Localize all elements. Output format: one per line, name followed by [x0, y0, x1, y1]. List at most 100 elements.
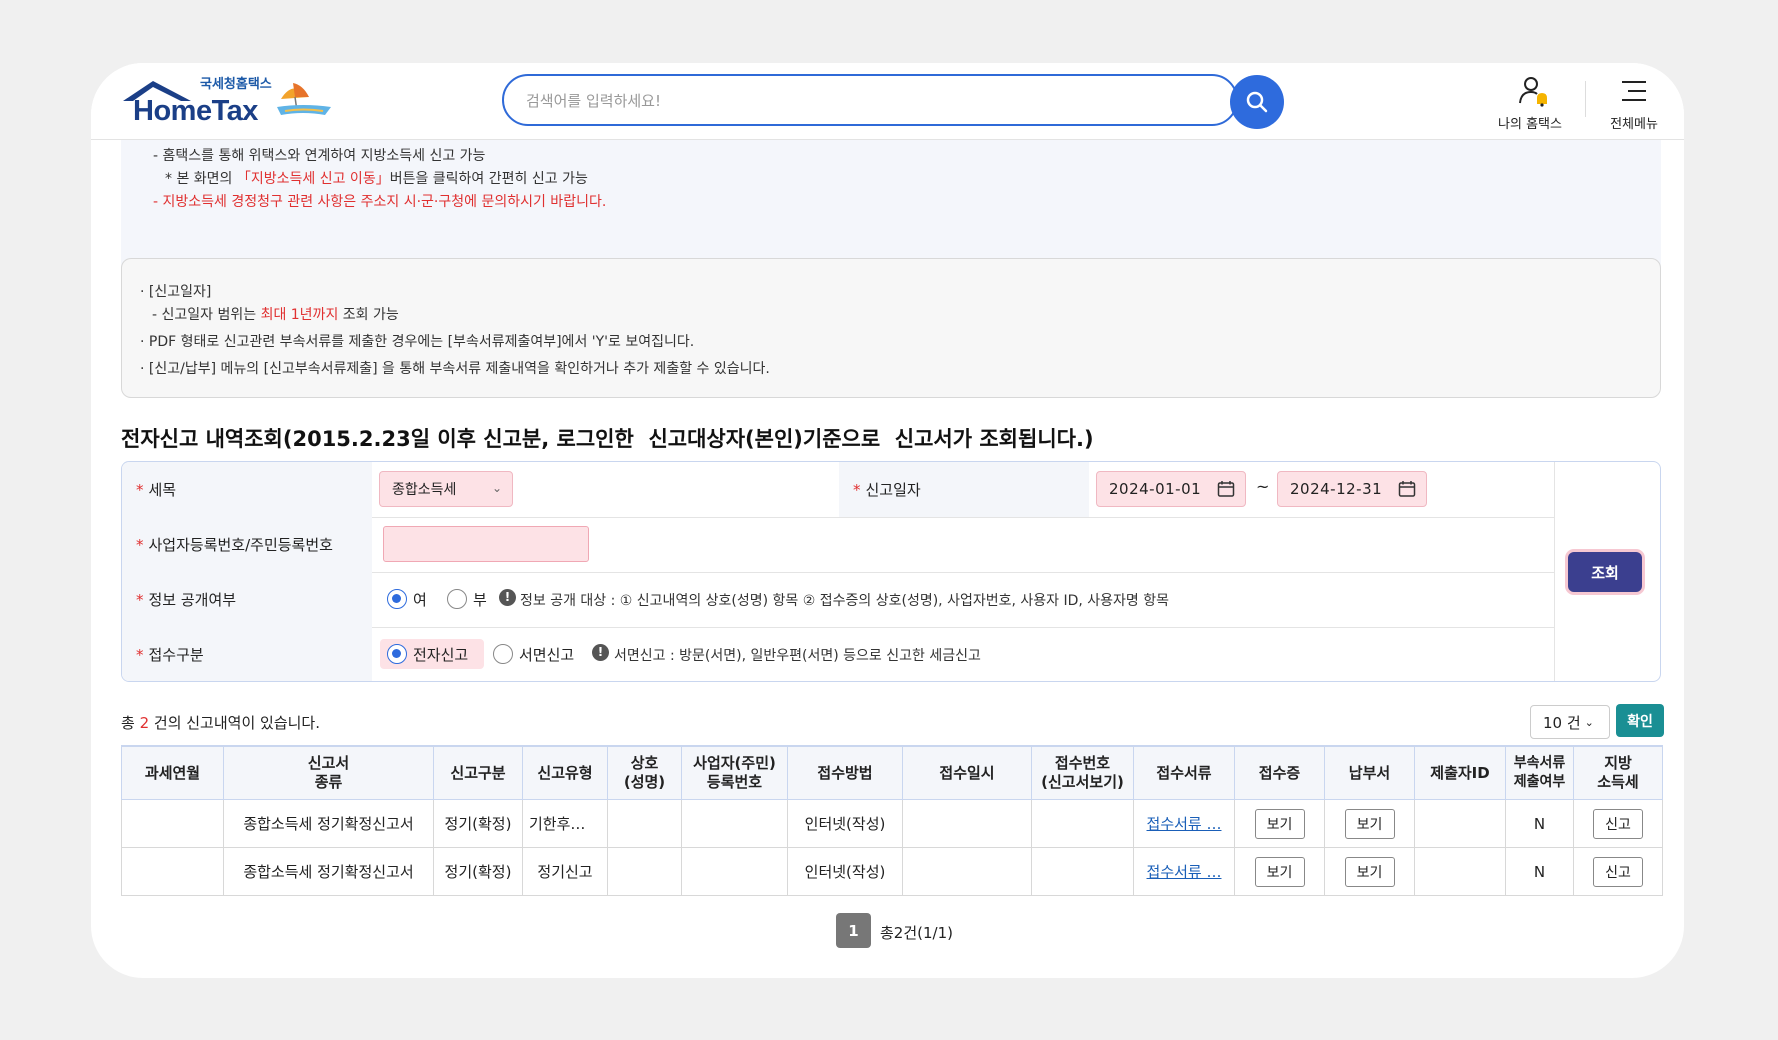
- header: 국세청홈택스 HomeTax 검색어를 입력하세요! 나의 홈택스 전체메뉴: [91, 63, 1684, 140]
- notice2-line-2-post: 조회 가능: [338, 307, 399, 323]
- cell-local: 신고: [1573, 847, 1663, 896]
- all-menu-button[interactable]: 전체메뉴: [1589, 73, 1679, 133]
- view-payment-button[interactable]: 보기: [1344, 808, 1395, 839]
- receipt-label-text: 접수구분: [148, 646, 204, 664]
- receipt-label: * 접수구분: [122, 627, 372, 681]
- logo-subtitle: 국세청홈택스: [200, 77, 272, 92]
- bizno-label: * 사업자등록번호/주민등록번호: [122, 517, 372, 572]
- info-icon: !: [592, 644, 609, 661]
- result-count-number: 2: [139, 714, 150, 732]
- cell-regno: [681, 799, 788, 848]
- cell-name: [607, 847, 682, 896]
- cell-payment: 보기: [1324, 799, 1415, 848]
- cell-docs: 접수서류 …: [1133, 799, 1235, 848]
- form-row-receipt: * 접수구분 전자신고 서면신고 ! 서면신고 : 방문(서면), 일반우편(서면…: [122, 627, 1554, 681]
- col-header: 납부서: [1324, 745, 1415, 800]
- notice-line-2-highlight: 「지방소득세 신고 이동」: [236, 171, 390, 187]
- page-1-button[interactable]: 1: [836, 913, 871, 948]
- col-header: 접수증: [1234, 745, 1325, 800]
- receipt-e-radio[interactable]: [387, 644, 407, 664]
- disclose-no-radio[interactable]: [447, 589, 467, 609]
- receipt-info-text: 서면신고 : 방문(서면), 일반우편(서면) 등으로 신고한 세금신고: [614, 648, 981, 664]
- page-info: 총2건(1/1): [880, 924, 953, 942]
- view-receipt-button[interactable]: 보기: [1254, 856, 1305, 887]
- search-button[interactable]: [1230, 75, 1284, 129]
- cell-form: 종합소득세 정기확정신고서: [223, 847, 434, 896]
- col-header: 접수일시: [902, 745, 1032, 800]
- receipt-docs-link[interactable]: 접수서류 …: [1147, 815, 1222, 833]
- form-row-bizno: * 사업자등록번호/주민등록번호: [122, 517, 1554, 573]
- disclose-yes-label: 여: [413, 591, 427, 609]
- notice-line-2-post: 버튼을 클릭하여 간편히 신고 가능: [389, 171, 588, 187]
- cell-kind: 정기신고: [522, 847, 608, 896]
- cell-datetime: [902, 799, 1032, 848]
- col-header: 신고유형: [522, 745, 608, 800]
- my-hometax-label: 나의 홈택스: [1498, 117, 1562, 132]
- required-mark: *: [136, 480, 144, 499]
- calendar-icon[interactable]: [1217, 480, 1235, 498]
- disclose-no-label: 부: [473, 591, 487, 609]
- notice-line-2-pre: * 본 화면의: [165, 171, 237, 187]
- col-header: 사업자(주민) 등록번호: [681, 745, 788, 800]
- tax-select-value: 종합소득세: [392, 482, 457, 498]
- receipt-docs-link[interactable]: 접수서류 …: [1147, 863, 1222, 881]
- disclose-yes-radio[interactable]: [387, 589, 407, 609]
- result-count-pre: 총: [121, 714, 140, 732]
- notice2-line-4: · [신고/납부] 메뉴의 [신고부속서류제출] 을 통해 부속서류 제출내역을…: [140, 361, 770, 377]
- required-mark: *: [136, 535, 144, 554]
- search-input[interactable]: [524, 88, 1168, 114]
- cell-method: 인터넷(작성): [787, 847, 903, 896]
- form-row-tax: * 세목 종합소득세 ⌄ * 신고일자 2024-01-01 ~ 2024-12-31: [122, 462, 1554, 518]
- table-row: 종합소득세 정기확정신고서 정기(확정) 정기신고 인터넷(작성) 접수서류 ……: [121, 847, 1663, 896]
- col-header: 부속서류 제출여부: [1505, 745, 1574, 800]
- my-hometax-button[interactable]: 나의 홈택스: [1485, 73, 1575, 133]
- user-bell-icon: [1519, 77, 1547, 107]
- search-form: * 세목 종합소득세 ⌄ * 신고일자 2024-01-01 ~ 2024-12-31…: [121, 461, 1661, 682]
- page-size-select[interactable]: 10 건 ⌄: [1530, 705, 1610, 739]
- chevron-down-icon: ⌄: [491, 481, 502, 495]
- table-row: 종합소득세 정기확정신고서 정기(확정) 기한후… 인터넷(작성) 접수서류 ……: [121, 799, 1663, 848]
- local-tax-file-button[interactable]: 신고: [1593, 808, 1643, 839]
- view-payment-button[interactable]: 보기: [1344, 856, 1395, 887]
- cell-docs: 접수서류 …: [1133, 847, 1235, 896]
- date-to-input[interactable]: 2024-12-31: [1277, 471, 1427, 507]
- date-from-input[interactable]: 2024-01-01: [1096, 471, 1246, 507]
- form-row-disclose: * 정보 공개여부 여 부 ! 정보 공개 대상 : ① 신고내역의 상호(성명)…: [122, 572, 1554, 628]
- cell-receiptno: [1031, 847, 1134, 896]
- notice2-line-2: - 신고일자 범위는 최대 1년까지 조회 가능: [152, 304, 399, 324]
- receipt-paper-label: 서면신고: [519, 646, 575, 664]
- notice2-line-2-pre: - 신고일자 범위는: [152, 307, 261, 323]
- receipt-paper-radio[interactable]: [493, 644, 513, 664]
- tax-label-text: 세목: [148, 481, 177, 499]
- cell-form: 종합소득세 정기확정신고서: [223, 799, 434, 848]
- bizno-input[interactable]: [383, 526, 589, 562]
- col-header: 제출자ID: [1414, 745, 1506, 800]
- date-range-separator: ~: [1256, 477, 1270, 496]
- disclose-info-text: 정보 공개 대상 : ① 신고내역의 상호(성명) 항목 ② 접수증의 상호(성…: [520, 593, 1169, 609]
- notice2-line-3: · PDF 형태로 신고관련 부속서류를 제출한 경우에는 [부속서류제출여부]…: [140, 334, 695, 350]
- filing-date-notice: · [신고일자] - 신고일자 범위는 최대 1년까지 조회 가능 · PDF …: [121, 258, 1661, 398]
- calendar-icon[interactable]: [1398, 480, 1416, 498]
- notice-line-1: - 홈택스를 통해 위택스와 연계하여 지방소득세 신고 가능: [153, 148, 486, 164]
- result-count: 총 2 건의 신고내역이 있습니다.: [121, 712, 320, 733]
- date-label-text: 신고일자: [865, 481, 921, 499]
- col-header: 접수방법: [787, 745, 903, 800]
- notice-line-2: * 본 화면의 「지방소득세 신고 이동」버튼을 클릭하여 간편히 신고 가능: [165, 168, 588, 188]
- col-header: 접수서류: [1133, 745, 1235, 800]
- header-divider: [1585, 81, 1586, 117]
- local-tax-file-button[interactable]: 신고: [1593, 856, 1643, 887]
- confirm-button[interactable]: 확인: [1616, 704, 1664, 737]
- tax-select[interactable]: 종합소득세 ⌄: [379, 471, 513, 507]
- cell-method: 인터넷(작성): [787, 799, 903, 848]
- cell-period: [121, 847, 224, 896]
- result-count-post: 건의 신고내역이 있습니다.: [149, 714, 320, 732]
- query-button[interactable]: 조회: [1568, 552, 1642, 592]
- cell-payment: 보기: [1324, 847, 1415, 896]
- results-table: 과세연월 신고서 종류 신고구분 신고유형 상호 (성명) 사업자(주민) 등록…: [121, 745, 1663, 896]
- disclose-label-text: 정보 공개여부: [148, 591, 237, 609]
- page-size-value: 10 건: [1543, 713, 1581, 732]
- cell-receipt: 보기: [1234, 847, 1325, 896]
- view-receipt-button[interactable]: 보기: [1254, 808, 1305, 839]
- cell-receipt: 보기: [1234, 799, 1325, 848]
- hometax-logo[interactable]: 국세청홈택스 HomeTax: [121, 75, 351, 135]
